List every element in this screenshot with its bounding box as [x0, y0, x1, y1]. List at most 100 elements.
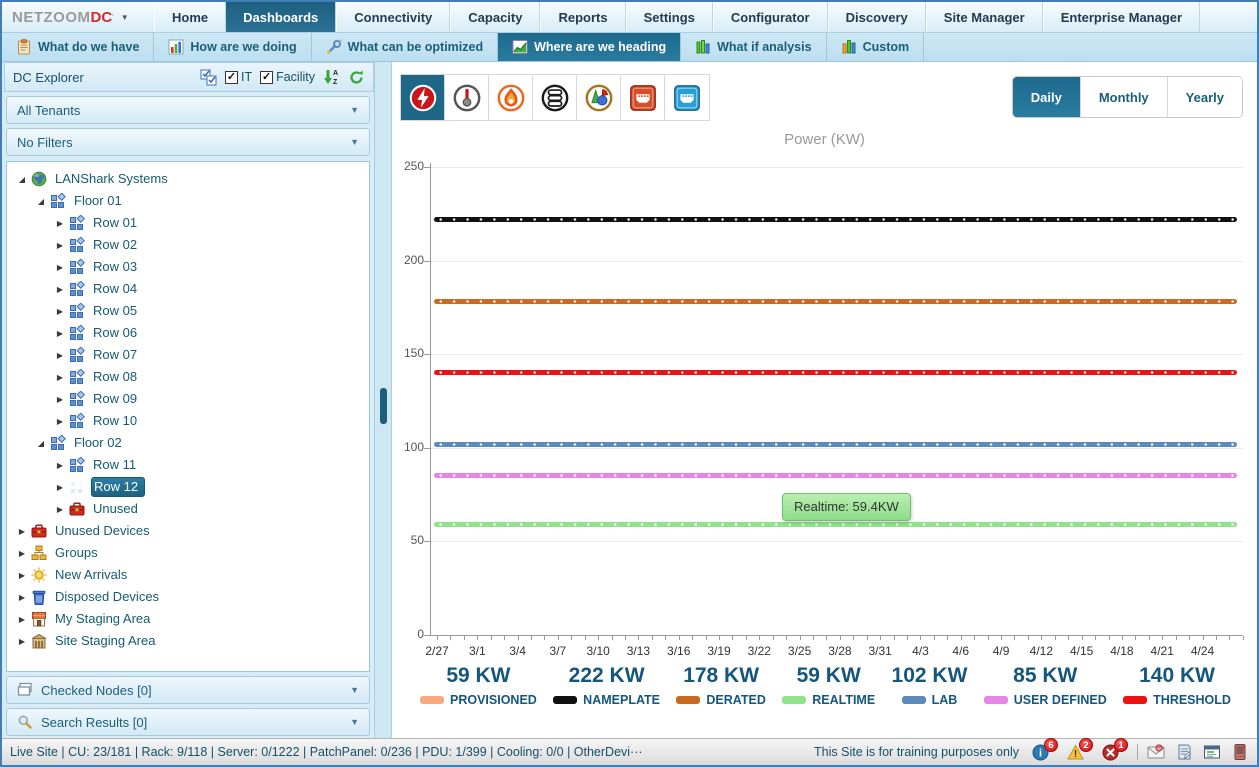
- x-axis-tick: [437, 636, 438, 640]
- collapsed-arrow-icon[interactable]: ▶: [53, 351, 67, 360]
- collapsed-arrow-icon[interactable]: ▶: [53, 329, 67, 338]
- collapsed-arrow-icon[interactable]: ▶: [15, 549, 29, 558]
- collapsed-arrow-icon[interactable]: ▶: [15, 527, 29, 536]
- it-checkbox-box[interactable]: ✓: [225, 71, 238, 84]
- sidebar-splitter[interactable]: [374, 62, 392, 738]
- collapsed-arrow-icon[interactable]: ▶: [53, 373, 67, 382]
- tree-item-my-staging-area[interactable]: ▶My Staging Area: [7, 608, 369, 630]
- x-axis-tick: [544, 636, 545, 640]
- collapsed-arrow-icon[interactable]: ▶: [53, 483, 67, 492]
- nav-tab-site-manager[interactable]: Site Manager: [926, 2, 1043, 32]
- it-checkbox[interactable]: ✓ IT: [225, 70, 252, 84]
- facility-checkbox[interactable]: ✓ Facility: [260, 70, 315, 84]
- nav-tab-dashboards[interactable]: Dashboards: [226, 2, 336, 32]
- facility-checkbox-box[interactable]: ✓: [260, 71, 273, 84]
- dashboard-tab-how-are-we-doing[interactable]: How are we doing: [154, 33, 311, 61]
- tree-item-new-arrivals[interactable]: ▶New Arrivals: [7, 564, 369, 586]
- nav-tab-reports[interactable]: Reports: [540, 2, 625, 32]
- tree-item-floor-02[interactable]: ◢Floor 02: [7, 432, 369, 454]
- tenants-dropdown[interactable]: All Tenants ▼: [6, 96, 370, 124]
- y-axis: [430, 163, 431, 636]
- collapsed-arrow-icon[interactable]: ▶: [15, 615, 29, 624]
- tree-item-row-01[interactable]: ▶Row 01: [7, 212, 369, 234]
- tree-item-label: Row 06: [91, 324, 143, 342]
- multi-check-icon[interactable]: [200, 69, 217, 86]
- x-axis-tick: [1082, 636, 1083, 640]
- x-axis-tick: [1135, 636, 1136, 640]
- tree-item-site-staging-area[interactable]: ▶Site Staging Area: [7, 630, 369, 652]
- tree-item-disposed-devices[interactable]: ▶Disposed Devices: [7, 586, 369, 608]
- window-icon[interactable]: [1203, 743, 1221, 761]
- tree-item-row-09[interactable]: ▶ Row 09: [7, 388, 369, 410]
- dc-explorer-header: DC Explorer ✓ IT ✓ Facility AZ: [4, 62, 374, 92]
- error-alert[interactable]: 1: [1102, 742, 1128, 762]
- nav-tab-configurator[interactable]: Configurator: [713, 2, 828, 32]
- tree-item-label: Row 09: [91, 390, 143, 408]
- tree-item-lanshark-systems[interactable]: ◢LANShark Systems: [7, 168, 369, 190]
- nav-tab-enterprise-manager[interactable]: Enterprise Manager: [1043, 2, 1200, 32]
- checked-nodes-panel[interactable]: Checked Nodes [0] ▼: [6, 676, 370, 704]
- info-alert[interactable]: i6: [1032, 742, 1058, 762]
- tree-item-row-04[interactable]: ▶Row 04: [7, 278, 369, 300]
- collapsed-arrow-icon[interactable]: ▶: [53, 285, 67, 294]
- logo-caret-icon[interactable]: ▼: [121, 13, 129, 22]
- nav-tab-connectivity[interactable]: Connectivity: [336, 2, 450, 32]
- dashboard-tab-what-do-we-have[interactable]: What do we have: [2, 33, 154, 61]
- collapsed-arrow-icon[interactable]: ▶: [53, 417, 67, 426]
- warning-alert[interactable]: !2: [1067, 742, 1093, 762]
- rowgrid-icon: [69, 347, 86, 363]
- splitter-handle[interactable]: [380, 388, 387, 424]
- collapsed-arrow-icon[interactable]: ▶: [53, 395, 67, 404]
- nav-tab-discovery[interactable]: Discovery: [828, 2, 926, 32]
- dashboard-tab-what-can-be-optimized[interactable]: What can be optimized: [312, 33, 498, 61]
- collapsed-arrow-icon[interactable]: ▶: [53, 505, 67, 514]
- collapsed-arrow-icon[interactable]: ▶: [53, 263, 67, 272]
- tree-item-row-02[interactable]: ▶Row 02: [7, 234, 369, 256]
- dashboard-tab-what-if-analysis[interactable]: What if analysis: [681, 33, 826, 61]
- tree-item-row-10[interactable]: ▶Row 10: [7, 410, 369, 432]
- tree-item-row-06[interactable]: ▶ Row 06: [7, 322, 369, 344]
- tenants-dropdown-value: All Tenants: [17, 103, 350, 118]
- collapsed-arrow-icon[interactable]: ▶: [15, 637, 29, 646]
- mail-icon[interactable]: @: [1147, 743, 1165, 761]
- tree-item-row-03[interactable]: ▶Row 03: [7, 256, 369, 278]
- dashboard-tab-where-are-we-heading[interactable]: Where are we heading: [498, 33, 681, 61]
- netzoomdc-logo[interactable]: NETZOOMDC' ▼: [2, 2, 154, 32]
- x-axis-tick: [853, 636, 854, 640]
- expanded-arrow-icon[interactable]: ◢: [34, 439, 48, 448]
- tree-item-row-11[interactable]: ▶Row 11: [7, 454, 369, 476]
- expanded-arrow-icon[interactable]: ◢: [34, 197, 48, 206]
- collapsed-arrow-icon[interactable]: ▶: [53, 461, 67, 470]
- tree-item-floor-01[interactable]: ◢Floor 01: [7, 190, 369, 212]
- nav-tab-capacity[interactable]: Capacity: [450, 2, 540, 32]
- nav-tab-home[interactable]: Home: [154, 2, 226, 32]
- search-results-panel[interactable]: Search Results [0] ▼: [6, 708, 370, 736]
- tree-item-row-05[interactable]: ▶Row 05: [7, 300, 369, 322]
- x-axis-tick: [665, 636, 666, 640]
- collapsed-arrow-icon[interactable]: ▶: [15, 593, 29, 602]
- notes-icon[interactable]: [1175, 743, 1193, 761]
- collapsed-arrow-icon[interactable]: ▶: [15, 571, 29, 580]
- tree-item-row-08[interactable]: ▶Row 08: [7, 366, 369, 388]
- x-axis-tick: [867, 636, 868, 640]
- collapsed-arrow-icon[interactable]: ▶: [53, 241, 67, 250]
- tree-item-row-07[interactable]: ▶Row 07: [7, 344, 369, 366]
- collapsed-arrow-icon[interactable]: ▶: [53, 219, 67, 228]
- y-axis-label: 100: [394, 440, 424, 454]
- tree-item-unused[interactable]: ▶Unused: [7, 498, 369, 520]
- x-axis-label: 3/22: [737, 644, 781, 658]
- tree-item-groups[interactable]: ▶Groups: [7, 542, 369, 564]
- legend-item-realtime: 59 KWREALTIME: [782, 664, 875, 707]
- refresh-icon[interactable]: [348, 69, 365, 86]
- tree-item-unused-devices[interactable]: ▶Unused Devices: [7, 520, 369, 542]
- filters-dropdown[interactable]: No Filters ▼: [6, 128, 370, 156]
- dashboard-tab-custom[interactable]: Custom: [827, 33, 925, 61]
- dc-explorer-tree: ◢LANShark Systems◢Floor 01▶Row 01▶Row 02…: [6, 161, 370, 672]
- device-icon[interactable]: [1231, 743, 1249, 761]
- expanded-arrow-icon[interactable]: ◢: [15, 175, 29, 184]
- collapsed-arrow-icon[interactable]: ▶: [53, 307, 67, 316]
- nav-tab-settings[interactable]: Settings: [626, 2, 713, 32]
- x-axis-tick: [598, 636, 599, 640]
- sort-az-icon[interactable]: AZ: [323, 69, 340, 86]
- tree-item-row-12[interactable]: ▶Row 12: [7, 476, 369, 498]
